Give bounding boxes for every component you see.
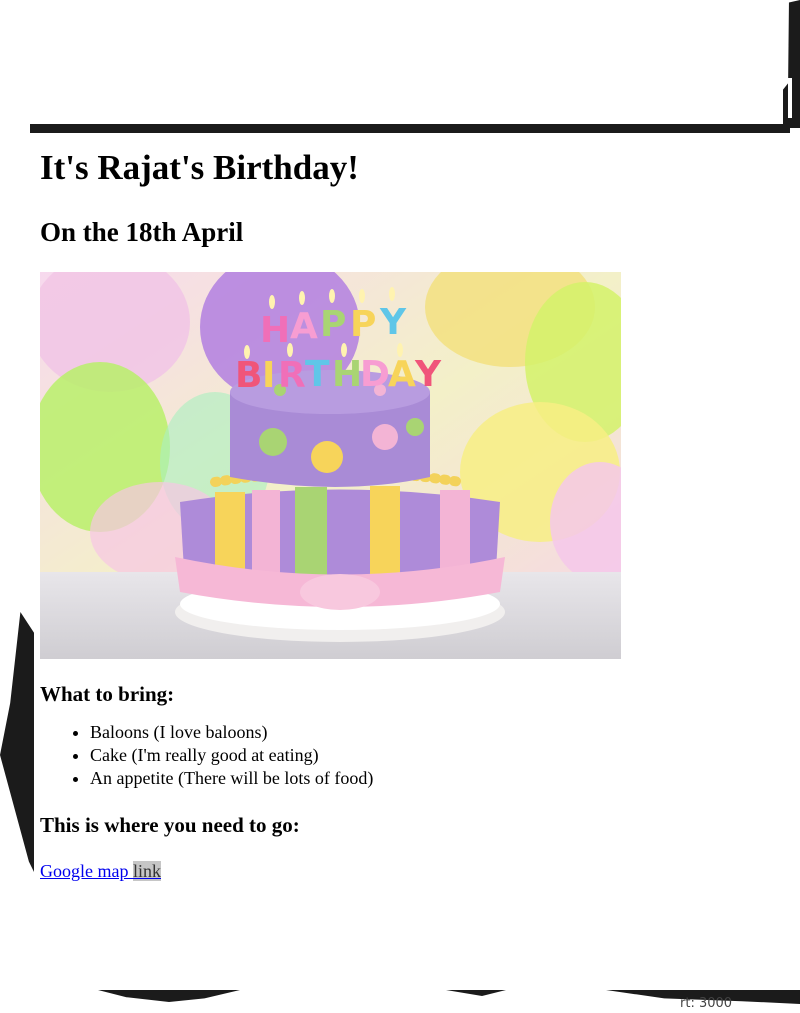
svg-text:H: H: [332, 354, 362, 395]
where-heading: This is where you need to go:: [40, 813, 300, 837]
birthday-cake-image: H A P P Y B I R T H D A Y: [40, 272, 621, 659]
svg-text:A: A: [388, 354, 416, 395]
page-content: It's Rajat's Birthday! On the 18th April: [40, 140, 780, 883]
svg-text:H: H: [260, 310, 290, 351]
svg-text:Y: Y: [414, 354, 442, 395]
svg-text:P: P: [350, 304, 376, 345]
page-title: It's Rajat's Birthday!: [40, 148, 359, 187]
map-link-row: Google map link: [40, 860, 780, 883]
frame-border-left: [0, 612, 34, 872]
frame-tear-bottom: [446, 990, 506, 996]
map-link-highlighted-text: link: [132, 861, 161, 881]
svg-text:I: I: [262, 355, 275, 396]
frame-tear-bottom: [98, 990, 240, 1002]
list-item: Cake (I'm really good at eating): [90, 744, 780, 767]
list-item: An appetite (There will be lots of food): [90, 767, 780, 790]
svg-text:A: A: [290, 306, 318, 347]
date-heading: On the 18th April: [40, 217, 244, 247]
svg-text:Y: Y: [379, 302, 407, 343]
svg-text:P: P: [320, 304, 346, 345]
svg-text:D: D: [360, 354, 390, 395]
bring-list: Baloons (I love baloons) Cake (I'm reall…: [40, 721, 780, 790]
svg-text:B: B: [235, 355, 262, 396]
port-status-text: rt: 3000: [680, 996, 733, 1011]
svg-text:R: R: [278, 355, 306, 396]
frame-border-gap: [788, 78, 792, 118]
map-link-text: Google map: [40, 861, 133, 881]
list-item: Baloons (I love baloons): [90, 721, 780, 744]
frame-border-top: [30, 124, 790, 133]
svg-text:T: T: [305, 354, 330, 395]
google-map-link[interactable]: Google map link: [40, 861, 161, 881]
bring-heading: What to bring:: [40, 682, 175, 706]
